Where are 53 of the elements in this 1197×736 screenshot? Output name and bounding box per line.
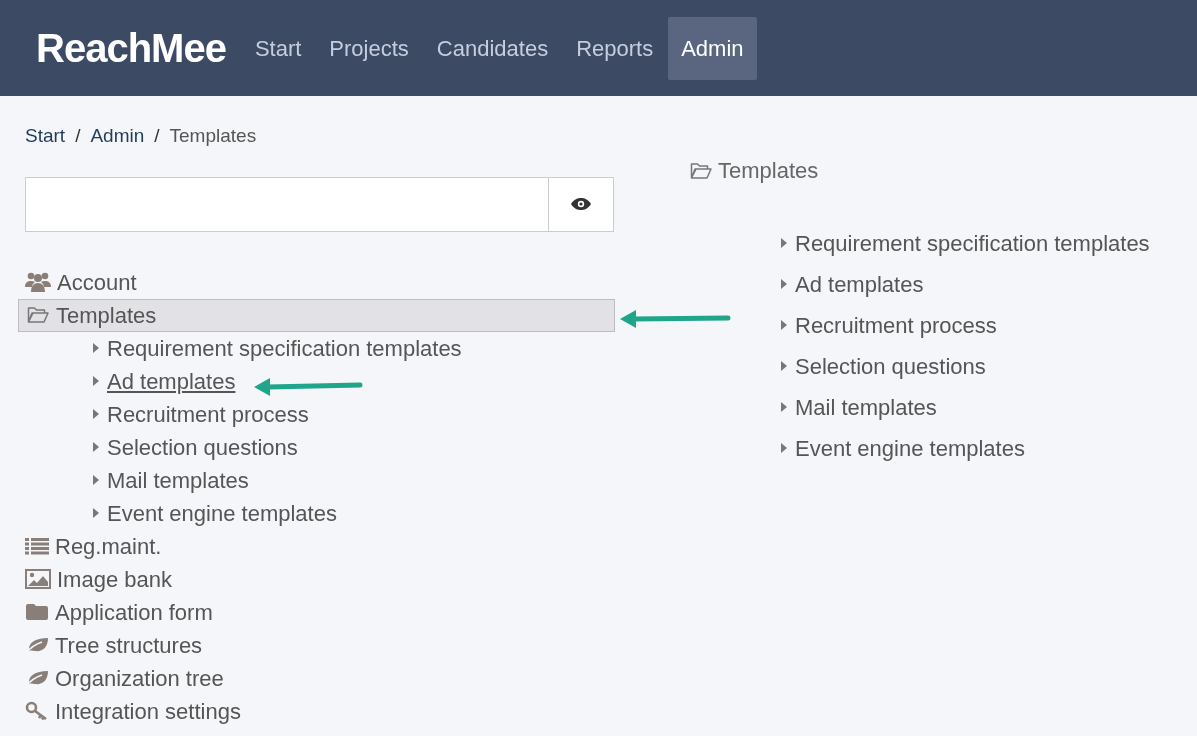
- caret-icon: [92, 342, 100, 354]
- key-icon: [25, 701, 49, 721]
- template-link[interactable]: Recruitment process: [107, 397, 309, 431]
- template-link[interactable]: Selection questions: [795, 349, 986, 383]
- users-icon: [25, 271, 51, 293]
- caret-icon: [780, 360, 788, 372]
- panel-title: Templates: [718, 157, 819, 185]
- template-link[interactable]: Recruitment process: [795, 308, 997, 342]
- caret-icon: [780, 401, 788, 413]
- caret-icon: [780, 278, 788, 290]
- caret-icon: [92, 441, 100, 453]
- breadcrumb-separator: /: [154, 124, 160, 148]
- sidebar-item[interactable]: Reg.maint.: [18, 529, 615, 563]
- sidebar-item[interactable]: Account: [18, 265, 615, 299]
- nav-tab[interactable]: Admin: [668, 16, 757, 80]
- folder-outline-icon: [26, 306, 50, 324]
- caret-icon: [780, 237, 788, 249]
- nav-tab[interactable]: Start: [241, 16, 315, 80]
- template-link[interactable]: Mail templates: [107, 463, 249, 497]
- sidebar-item[interactable]: Templates: [18, 298, 615, 332]
- template-link[interactable]: Event engine templates: [107, 496, 337, 530]
- caret-icon: [92, 408, 100, 420]
- template-link[interactable]: Ad templates: [795, 267, 924, 301]
- sidebar-item[interactable]: Integration settings: [18, 694, 615, 728]
- breadcrumb-separator: /: [75, 124, 81, 148]
- nav-tab[interactable]: Candidates: [423, 16, 562, 80]
- image-icon: [25, 569, 51, 589]
- list-icon: [25, 537, 49, 555]
- search-field[interactable]: [25, 176, 614, 232]
- sidebar-item[interactable]: Application form: [18, 595, 615, 629]
- template-link[interactable]: Event engine templates: [795, 431, 1025, 465]
- template-link[interactable]: Mail templates: [795, 390, 937, 424]
- template-link[interactable]: Requirement specification templates: [795, 226, 1150, 260]
- caret-icon: [92, 375, 100, 387]
- eye-icon: [570, 197, 592, 211]
- caret-icon: [780, 319, 788, 331]
- breadcrumb-link[interactable]: Admin: [90, 122, 145, 151]
- folder-icon: [25, 603, 49, 621]
- nav-tab[interactable]: Reports: [563, 16, 667, 80]
- logo[interactable]: ReachMee: [36, 18, 226, 78]
- caret-icon: [92, 474, 100, 486]
- sidebar-item[interactable]: Organization tree: [18, 661, 615, 695]
- sidebar-item[interactable]: Image bank: [18, 562, 615, 596]
- nav-tab[interactable]: Projects: [316, 16, 422, 80]
- template-link[interactable]: Ad templates: [107, 364, 236, 398]
- breadcrumb-current: Templates: [169, 124, 257, 148]
- caret-icon: [780, 442, 788, 454]
- breadcrumb-link[interactable]: Start: [25, 122, 66, 151]
- template-link[interactable]: Requirement specification templates: [107, 331, 462, 365]
- sidebar-item[interactable]: Tree structures: [18, 628, 615, 662]
- template-link[interactable]: Selection questions: [107, 430, 298, 464]
- caret-icon: [92, 507, 100, 519]
- folder-outline-icon: [690, 161, 712, 180]
